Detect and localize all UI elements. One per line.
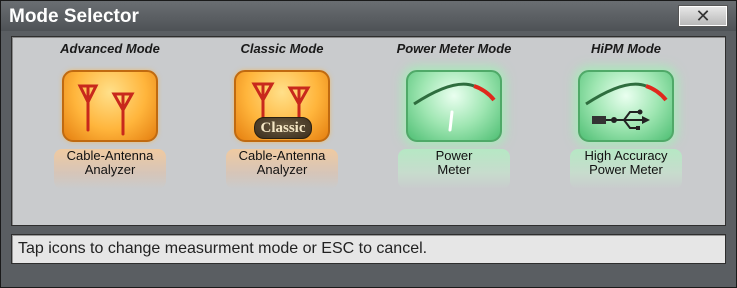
label-line-2: Meter — [437, 162, 471, 177]
mode-label: Cable-Antenna Analyzer — [226, 149, 338, 189]
mode-label: Power Meter — [398, 149, 510, 189]
window-title: Mode Selector — [9, 6, 139, 27]
label-line-1: High Accuracy — [584, 148, 668, 163]
label-line-2: Analyzer — [256, 162, 308, 177]
mode-hipm[interactable]: HiPM Mode High Accuracy Power Meter — [556, 37, 696, 227]
label-line-2: Power Meter — [589, 162, 663, 177]
power-meter-mode-button[interactable] — [406, 70, 502, 142]
classic-badge: Classic — [254, 117, 312, 139]
close-button[interactable]: ✕ — [678, 5, 728, 27]
mode-selector-window: Mode Selector ✕ Advanced Mode Cable-Ante… — [0, 0, 737, 288]
mode-power-meter[interactable]: Power Meter Mode Power Meter — [384, 37, 524, 227]
mode-title: Advanced Mode — [60, 41, 160, 56]
mode-classic[interactable]: Classic Mode Classic Cable-Antenna Analy… — [212, 37, 352, 227]
classic-mode-button[interactable]: Classic — [234, 70, 330, 142]
label-line-1: Power — [435, 148, 473, 163]
mode-advanced[interactable]: Advanced Mode Cable-Antenna Analyzer — [40, 37, 180, 227]
mode-title: HiPM Mode — [590, 41, 662, 56]
hipm-mode-button[interactable] — [578, 70, 674, 142]
title-bar: Mode Selector ✕ — [1, 1, 736, 31]
antenna-icon — [77, 84, 135, 136]
mode-title: Power Meter Mode — [396, 41, 512, 56]
gauge-icon — [413, 82, 496, 132]
status-message: Tap icons to change measurment mode or E… — [11, 234, 726, 264]
mode-label: Cable-Antenna Analyzer — [54, 149, 166, 189]
label-line-2: Analyzer — [84, 162, 136, 177]
mode-label: High Accuracy Power Meter — [570, 149, 682, 189]
mode-title: Classic Mode — [240, 41, 324, 56]
modes-panel: Advanced Mode Cable-Antenna Analyzer Cla… — [11, 36, 726, 226]
advanced-mode-button[interactable] — [62, 70, 158, 142]
label-line-1: Cable-Antenna — [238, 148, 326, 163]
gauge-usb-icon — [585, 82, 668, 130]
label-line-1: Cable-Antenna — [66, 148, 154, 163]
